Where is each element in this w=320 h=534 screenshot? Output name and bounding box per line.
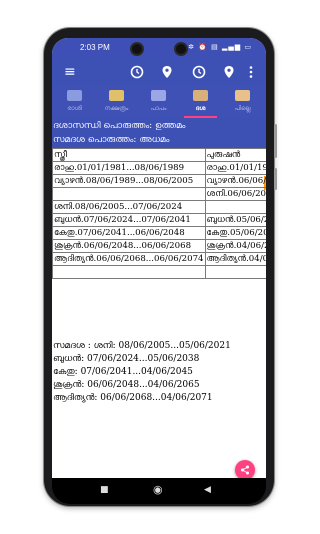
table-cell: രാഹു.01/01/1981...08/06/1989	[52, 161, 206, 175]
table-cell: ശുക്രൻ.04/06/2	[204, 239, 266, 253]
list-item: ശുക്രൻ: 06/06/2048...04/06/2065	[53, 380, 200, 390]
table-row	[52, 265, 266, 279]
tab-dasa[interactable]: ദശ	[180, 86, 221, 118]
table-cell: ശനി.08/06/2005...07/06/2024	[52, 200, 206, 214]
tab-label: ദശ	[195, 105, 206, 112]
menu-icon[interactable]: ≡	[64, 65, 76, 79]
list-item: ബുധൻ: 07/06/2024...05/06/2038	[53, 354, 200, 364]
volume-button	[274, 168, 277, 190]
dasa-content[interactable]: ദശാസന്ധി പൊരുത്തം: ഉത്തമം സമദശ പൊരുത്തം:…	[52, 118, 266, 478]
phone-frame: 2:03 PM ✲ ⏰ ▤ ▂▄▆ ▭ ≡ രാശി നക്ഷത്രം പാപം…	[44, 28, 277, 506]
dasa-icon	[193, 90, 208, 101]
table-cell: രാഹു.01/01/1989	[204, 161, 266, 175]
extra-tab-icon	[235, 90, 250, 101]
table-row: ബുധൻ.07/06/2024...07/06/2041 ബുധൻ.05/06/…	[52, 213, 266, 227]
table-cell: വ്യാഴൻ.06/06/1	[204, 174, 266, 188]
list-item: കേതു: 07/06/2041...04/06/2045	[53, 367, 193, 377]
column-header-female: സ്ത്രീ	[52, 148, 206, 162]
table-cell: ശനി.06/06/200	[204, 187, 266, 201]
system-nav-bar: ■ ◉ ◀	[52, 478, 266, 504]
compatibility-header: ദശാസന്ധി പൊരുത്തം: ഉത്തമം സമദശ പൊരുത്തം:…	[52, 118, 266, 148]
table-cell: ബുധൻ.07/06/2024...07/06/2041	[52, 213, 206, 227]
location-pin-icon-2[interactable]	[222, 65, 236, 79]
tab-label: പില്ലെ	[234, 105, 251, 112]
table-row: ശനി.06/06/200	[52, 187, 266, 201]
tab-nakshatra[interactable]: നക്ഷത്രം	[96, 86, 137, 118]
dasasandhi-result: ദശാസന്ധി പൊരുത്തം: ഉത്തമം	[53, 121, 186, 131]
table-cell: കേതു.05/06/20	[204, 226, 266, 240]
table-row: ശനി.08/06/2005...07/06/2024	[52, 200, 266, 214]
tab-papam[interactable]: പാപം	[138, 86, 179, 118]
status-bar: 2:03 PM ✲ ⏰ ▤ ▂▄▆ ▭	[52, 38, 266, 58]
overflow-menu-icon[interactable]	[248, 65, 254, 79]
clock-icon-2[interactable]	[192, 65, 206, 79]
list-item: സമദശ : ശനി: 08/06/2005...05/06/2021	[53, 341, 231, 351]
table-cell: ബുധൻ.05/06/2	[204, 213, 266, 227]
table-row: ശുക്രൻ.06/06/2048...06/06/2068 ശുക്രൻ.04…	[52, 239, 266, 253]
tab-label: രാശി	[67, 105, 82, 112]
table-cell	[52, 187, 206, 201]
table-cell: കേതു.07/06/2041...06/06/2048	[52, 226, 206, 240]
recents-button[interactable]: ■	[100, 485, 109, 495]
samadasa-list: സമദശ : ശനി: 08/06/2005...05/06/2021 ബുധൻ…	[53, 340, 231, 405]
back-button[interactable]: ◀	[204, 485, 211, 495]
table-header-row: സ്ത്രീ പുരുഷൻ	[52, 148, 266, 162]
table-cell: ശുക്രൻ.06/06/2048...06/06/2068	[52, 239, 206, 253]
home-button[interactable]: ◉	[153, 483, 163, 496]
table-cell	[204, 200, 266, 214]
tab-extra[interactable]: പില്ലെ	[222, 86, 263, 118]
table-cell: ആദിത്യൻ.06/06/2068...06/06/2074	[52, 252, 206, 266]
table-row: കേതു.07/06/2041...06/06/2048 കേതു.05/06/…	[52, 226, 266, 240]
table-row: രാഹു.01/01/1981...08/06/1989 രാഹു.01/01/…	[52, 161, 266, 175]
papam-icon	[151, 90, 166, 101]
tab-label: നക്ഷത്രം	[104, 105, 129, 112]
table-row: വ്യാഴൻ.08/06/1989...08/06/2005 വ്യാഴൻ.06…	[52, 174, 266, 188]
status-time: 2:03 PM	[80, 43, 110, 52]
tab-rasi[interactable]: രാശി	[54, 86, 95, 118]
share-button[interactable]	[235, 460, 255, 478]
app-screen: 2:03 PM ✲ ⏰ ▤ ▂▄▆ ▭ ≡ രാശി നക്ഷത്രം പാപം…	[52, 38, 266, 478]
status-icons: ✲ ⏰ ▤ ▂▄▆ ▭	[188, 43, 252, 51]
table-row: ആദിത്യൻ.06/06/2068...06/06/2074 ആദിത്യൻ.…	[52, 252, 266, 266]
rasi-chart-icon	[67, 90, 82, 101]
location-pin-icon[interactable]	[160, 65, 174, 79]
list-item: ആദിത്യൻ: 06/06/2068...04/06/2071	[53, 393, 213, 403]
samadasa-result: സമദശ പൊരുത്തം: അധമം	[53, 135, 170, 145]
tab-label: പാപം	[150, 105, 167, 112]
share-icon	[241, 465, 249, 475]
clock-icon[interactable]	[130, 65, 144, 79]
nakshatra-icon	[109, 90, 124, 101]
table-cell	[204, 265, 266, 279]
dasa-table: സ്ത്രീ പുരുഷൻ രാഹു.01/01/1981...08/06/19…	[52, 148, 266, 279]
front-camera-right	[174, 42, 188, 56]
table-cell: വ്യാഴൻ.08/06/1989...08/06/2005	[52, 174, 206, 188]
power-button	[274, 124, 277, 158]
front-camera-left	[130, 42, 144, 56]
app-toolbar: ≡	[52, 58, 266, 86]
table-cell: ആദിത്യൻ.04/0	[204, 252, 266, 266]
table-cell	[52, 265, 206, 279]
column-header-male: പുരുഷൻ	[204, 148, 266, 162]
tab-bar: രാശി നക്ഷത്രം പാപം ദശ പില്ലെ	[52, 86, 266, 118]
